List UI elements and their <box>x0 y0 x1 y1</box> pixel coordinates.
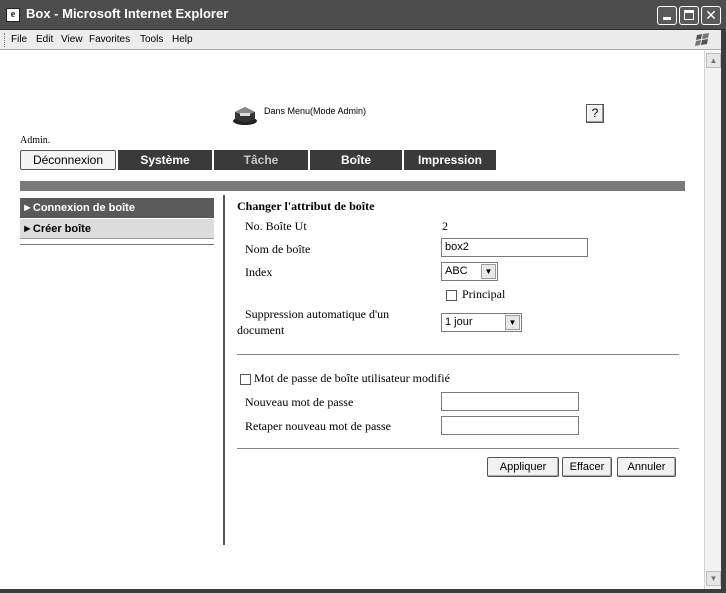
scroll-down-icon[interactable]: ▼ <box>706 571 721 586</box>
window-titlebar: e Box - Microsoft Internet Explorer ✕ <box>0 0 726 30</box>
minimize-button[interactable] <box>657 6 677 25</box>
toolbar-grip <box>4 33 7 47</box>
retype-password-label: Retaper nouveau mot de passe <box>245 419 391 433</box>
chevron-down-icon: ▼ <box>481 264 496 279</box>
principal-label: Principal <box>462 287 506 301</box>
auto-delete-label-line1: Suppression automatique d'un <box>245 307 390 321</box>
close-button[interactable]: ✕ <box>701 6 721 25</box>
menu-view[interactable]: View <box>61 34 83 45</box>
new-password-input[interactable] <box>441 392 579 411</box>
menu-bar: File Edit View Favorites Tools Help <box>0 30 726 50</box>
principal-checkbox[interactable] <box>446 290 457 301</box>
cancel-button[interactable]: Annuler <box>617 457 676 477</box>
box-number-value: 2 <box>442 219 448 233</box>
form-divider-bottom <box>237 448 679 449</box>
index-label: Index <box>245 265 273 279</box>
nav-divider-band <box>20 181 685 191</box>
apply-button[interactable]: Appliquer <box>487 457 559 477</box>
close-icon: ✕ <box>705 7 717 23</box>
printer-icon <box>233 107 257 125</box>
tab-tache[interactable]: Tâche <box>214 150 310 170</box>
menu-file[interactable]: File <box>11 34 27 45</box>
clear-button[interactable]: Effacer <box>562 457 612 477</box>
auto-delete-select[interactable]: 1 jour ▼ <box>441 313 522 332</box>
index-select-value: ABC <box>445 265 468 277</box>
chevron-down-icon: ▼ <box>505 315 520 330</box>
box-number-label: No. Boîte Ut <box>245 219 307 233</box>
menu-help[interactable]: Help <box>172 34 193 45</box>
maximize-button[interactable] <box>679 6 699 25</box>
help-button[interactable]: ? <box>586 104 604 123</box>
minimize-icon <box>663 17 671 20</box>
maximize-icon <box>684 10 694 20</box>
new-password-label: Nouveau mot de passe <box>245 395 354 409</box>
tab-systeme[interactable]: Système <box>118 150 214 170</box>
password-changed-checkbox[interactable] <box>240 374 251 385</box>
content-divider <box>223 195 225 545</box>
sidebar-divider <box>20 244 214 245</box>
window-frame-right <box>721 30 726 593</box>
retype-password-input[interactable] <box>441 416 579 435</box>
auto-delete-label-line2: document <box>237 323 285 337</box>
menu-favorites[interactable]: Favorites <box>89 34 130 45</box>
window-frame-bottom <box>0 589 726 593</box>
menu-tools[interactable]: Tools <box>140 34 163 45</box>
auto-delete-select-value: 1 jour <box>445 316 473 328</box>
mode-label: Dans Menu(Mode Admin) <box>264 106 367 116</box>
sidebar-item-creer-boite[interactable]: ►Créer boîte <box>20 219 214 239</box>
sidebar-item-connexion-de-boite[interactable]: ►Connexion de boîte <box>20 198 214 218</box>
tab-impression[interactable]: Impression <box>404 150 496 170</box>
form-divider <box>237 354 679 355</box>
scroll-up-icon[interactable]: ▲ <box>706 53 721 68</box>
user-label: Admin. <box>20 135 51 146</box>
ie-page-icon: e <box>6 8 20 22</box>
menu-edit[interactable]: Edit <box>36 34 53 45</box>
password-changed-label: Mot de passe de boîte utilisateur modifi… <box>254 371 450 385</box>
box-name-label: Nom de boîte <box>245 242 311 256</box>
vertical-scrollbar[interactable]: ▲ ▼ <box>704 51 721 589</box>
box-name-input[interactable]: box2 <box>441 238 588 257</box>
windows-flag-icon <box>695 33 709 46</box>
logout-button[interactable]: Déconnexion <box>20 150 116 170</box>
window-title: Box - Microsoft Internet Explorer <box>26 6 229 21</box>
tab-boite[interactable]: Boîte <box>310 150 404 170</box>
index-select[interactable]: ABC ▼ <box>441 262 498 281</box>
form-title: Changer l'attribut de boîte <box>237 199 375 213</box>
